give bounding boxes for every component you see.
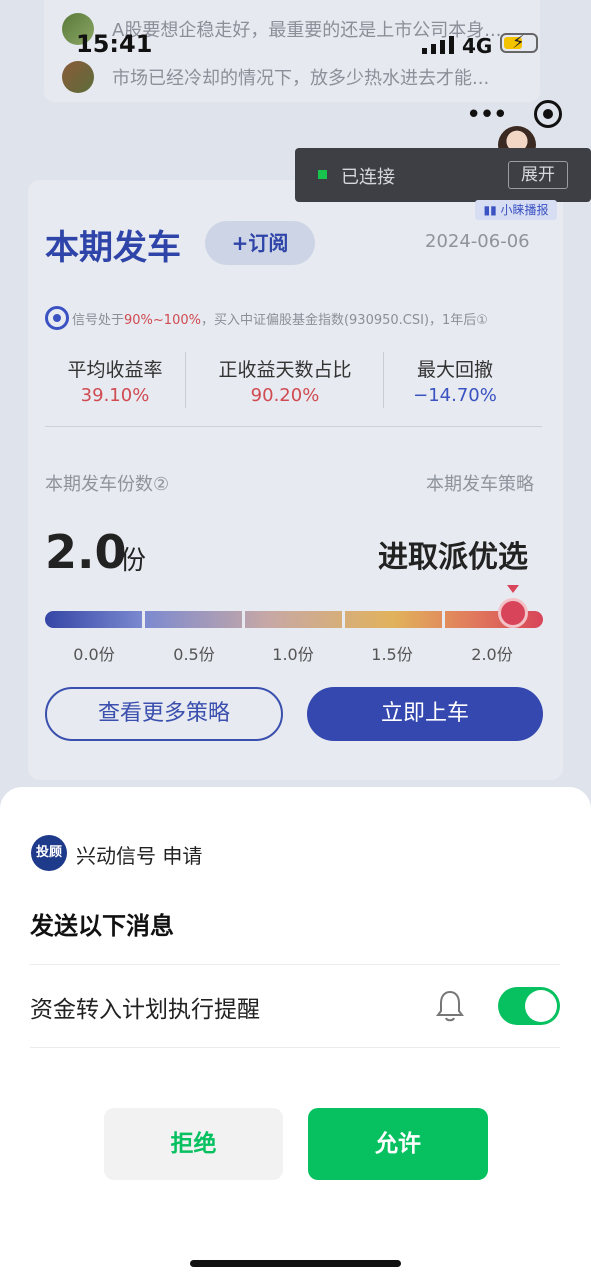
scale-tick: 1.5份 (371, 645, 413, 664)
stat-label: 最大回撤 (416, 359, 493, 381)
divider (45, 426, 542, 427)
bell-icon (436, 990, 464, 1022)
target-icon (45, 306, 69, 330)
stat-label: 正收益天数占比 (218, 359, 352, 381)
copies-value: 2.0 (45, 525, 127, 579)
scale-marker-icon (498, 598, 528, 628)
app-request-title: 兴动信号 申请 (76, 844, 203, 868)
cellular-signal-icon (422, 36, 454, 54)
strategy-label: 本期发车策略 (426, 474, 534, 495)
copies-unit: 份 (120, 546, 147, 576)
sheet-title: 发送以下消息 (30, 912, 174, 940)
news-avatar (62, 61, 94, 93)
allow-button[interactable]: 允许 (308, 1108, 488, 1180)
divider (30, 1047, 560, 1048)
signal-description: 信号处于90%~100%，买入中证偏股基金指数(930950.CSI)，1年后① (72, 313, 488, 328)
stat-value: 90.20% (250, 385, 320, 406)
stat-value: −14.70% (413, 385, 497, 406)
scale-tick: 1.0份 (272, 645, 314, 664)
scale-tick: 2.0份 (471, 645, 513, 664)
reject-button[interactable]: 拒绝 (104, 1108, 283, 1180)
divider (30, 964, 560, 965)
subscribe-button[interactable]: +订阅 (205, 221, 315, 265)
app-logo: 投顾 (31, 835, 67, 871)
scale-tick: 0.5份 (173, 645, 215, 664)
toggle-knob (525, 990, 557, 1022)
connected-label: 已连接 (341, 167, 395, 188)
divider (185, 352, 186, 408)
message-toggle[interactable] (498, 987, 560, 1025)
status-time: 15:41 (76, 30, 153, 58)
copies-label: 本期发车份数② (45, 474, 170, 495)
page-title: 本期发车 (45, 228, 181, 268)
network-type: 4G (462, 34, 493, 58)
scale-separator (442, 611, 445, 628)
message-item-label: 资金转入计划执行提醒 (30, 997, 260, 1023)
strategy-value: 进取派优选 (378, 540, 528, 575)
scale-separator (342, 611, 345, 628)
more-icon[interactable]: ••• (466, 100, 508, 130)
stat-label: 平均收益率 (67, 359, 163, 381)
expand-button[interactable]: 展开 (508, 161, 568, 189)
issue-date: 2024-06-06 (425, 231, 530, 252)
copies-scale-bar (45, 611, 543, 628)
news-item[interactable]: 市场已经冷却的情况下，放多少热水进去才能... (62, 60, 489, 94)
home-indicator[interactable] (190, 1260, 401, 1267)
scale-separator (142, 611, 145, 628)
news-text: 市场已经冷却的情况下，放多少热水进去才能... (112, 68, 490, 89)
battery-icon: ⚡ (500, 32, 538, 53)
connected-dot-icon (318, 170, 327, 179)
more-strategies-button[interactable]: 查看更多策略 (45, 687, 283, 741)
board-now-button[interactable]: 立即上车 (307, 687, 543, 741)
voice-broadcast-tag[interactable]: ▮▮ 小睐播报 (475, 200, 557, 220)
scale-pointer-icon (507, 585, 519, 593)
close-miniprogram-icon[interactable] (534, 100, 562, 128)
scale-tick: 0.0份 (73, 645, 115, 664)
divider (383, 352, 384, 408)
stat-value: 39.10% (80, 385, 150, 406)
scale-separator (242, 611, 245, 628)
